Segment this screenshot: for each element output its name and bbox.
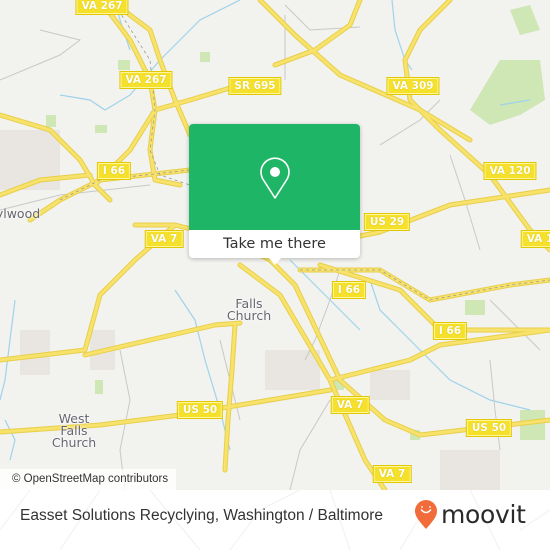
map[interactable]: VA 267 VA 267 SR 695 VA 309 I 66 VA 120 … — [0, 0, 550, 490]
road-shield: I 66 — [432, 322, 468, 340]
place-label-line: Church — [51, 435, 97, 450]
footer: Easset Solutions Recyclying, Washington … — [0, 490, 550, 550]
road-shield: US 50 — [176, 401, 224, 419]
place-label-idylwood: ylwood — [0, 206, 41, 221]
moovit-wordmark: moovit — [441, 500, 526, 529]
road-shield: VA 120 — [483, 162, 537, 180]
popup-pointer — [268, 257, 282, 265]
road-shield: US 29 — [363, 213, 411, 231]
take-me-there-popup[interactable]: Take me there — [189, 124, 360, 265]
road-shield: VA 7 — [372, 465, 412, 483]
road-shield: VA 7 — [330, 396, 370, 414]
take-me-there-button[interactable]: Take me there — [189, 230, 360, 258]
road-shield: VA 309 — [386, 77, 440, 95]
road-shield: VA 7 — [144, 230, 184, 248]
moovit-smiley-pin-icon — [415, 500, 437, 529]
map-attribution[interactable]: © OpenStreetMap contributors — [0, 469, 177, 490]
place-label-line: ylwood — [0, 206, 41, 221]
place-label-falls-church: Falls Church — [226, 297, 272, 323]
road-shield: VA 267 — [75, 0, 129, 15]
place-label-line: Church — [226, 308, 272, 323]
location-pin-icon — [260, 157, 290, 199]
road-shield: VA 1 — [520, 230, 550, 248]
place-label-west-falls-church: West Falls Church — [51, 412, 97, 450]
road-shield: I 66 — [331, 281, 367, 299]
moovit-logo[interactable]: moovit — [414, 500, 526, 530]
location-title: Easset Solutions Recyclying, Washington … — [20, 507, 383, 524]
popup-header — [189, 124, 360, 230]
road-shield: VA 267 — [119, 71, 173, 89]
road-shield: I 66 — [96, 162, 132, 180]
road-shield: US 50 — [465, 419, 513, 437]
road-shield: SR 695 — [228, 77, 282, 95]
